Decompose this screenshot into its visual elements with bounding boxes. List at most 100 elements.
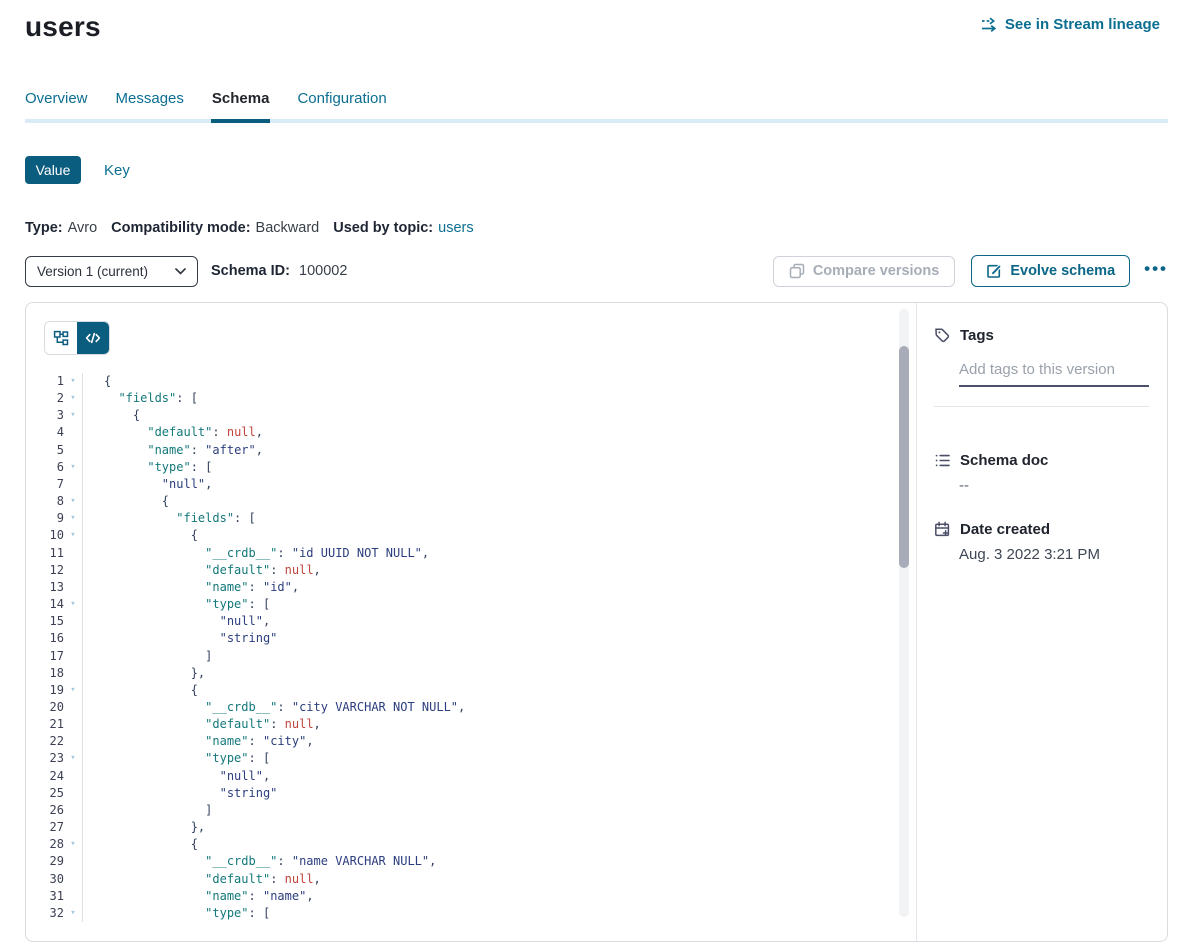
code-line: 5 "name": "after", [26,442,898,459]
token-k: "default" [205,717,270,731]
code-text[interactable]: "type": [ [83,905,270,922]
fold-spacer [64,630,83,647]
line-number: 6 [26,459,64,476]
token-u: null [285,872,314,886]
line-number: 23 [26,750,64,767]
code-text[interactable]: ] [83,802,212,819]
fold-spacer [64,785,83,802]
code-text[interactable]: }, [83,665,205,682]
token-p [104,614,220,628]
fold-toggle-icon[interactable]: ▾ [64,596,83,613]
code-text[interactable]: "string" [83,785,277,802]
token-p [104,769,220,783]
code-text[interactable]: "__crdb__": "id UUID NOT NULL", [83,545,429,562]
fold-toggle-icon[interactable]: ▾ [64,407,83,424]
fold-toggle-icon[interactable]: ▾ [64,836,83,853]
version-select[interactable]: Version 1 (current) [25,256,198,287]
schema-id-field: Schema ID: 100002 [211,263,347,279]
code-text[interactable]: { [83,836,198,853]
code-line: 15 "null", [26,613,898,630]
code-text[interactable]: "fields": [ [83,390,198,407]
code-text[interactable]: "null", [83,613,270,630]
evolve-schema-label: Evolve schema [1010,263,1115,279]
code-line: 18 }, [26,665,898,682]
code-text[interactable]: "name": "id", [83,579,299,596]
editor-scrollbar-thumb[interactable] [899,346,909,568]
token-s: "city" [263,734,306,748]
code-text[interactable]: "type": [ [83,750,270,767]
code-text[interactable]: "default": null, [83,424,263,441]
fold-toggle-icon[interactable]: ▾ [64,459,83,476]
fold-toggle-icon[interactable]: ▾ [64,905,83,922]
code-text[interactable]: { [83,682,198,699]
tab-overview[interactable]: Overview [25,90,88,119]
code-text[interactable]: "type": [ [83,596,270,613]
topic-link[interactable]: users [438,220,473,236]
tree-view-button[interactable] [45,322,77,354]
more-actions-icon[interactable]: ••• [1144,260,1168,283]
code-text[interactable]: "default": null, [83,871,321,888]
token-p: : [ [176,391,198,405]
code-text[interactable]: }, [83,819,205,836]
fold-toggle-icon[interactable]: ▾ [64,493,83,510]
fold-spacer [64,733,83,750]
line-number: 1 [26,373,64,390]
line-number: 17 [26,648,64,665]
code-line: 30 "default": null, [26,871,898,888]
token-s: "id UUID NOT NULL" [292,546,422,560]
tab-messages[interactable]: Messages [116,90,184,119]
code-text[interactable]: "name": "city", [83,733,314,750]
compare-versions-button[interactable]: Compare versions [773,256,956,287]
fold-toggle-icon[interactable]: ▾ [64,682,83,699]
add-tags-input[interactable] [959,361,1149,387]
code-text[interactable]: "type": [ [83,459,212,476]
code-text[interactable]: "null", [83,476,212,493]
code-text[interactable]: "fields": [ [83,510,256,527]
token-k: "type" [205,906,248,920]
line-number: 29 [26,853,64,870]
line-number: 9 [26,510,64,527]
key-toggle-button[interactable]: Key [104,162,130,179]
fold-toggle-icon[interactable]: ▾ [64,390,83,407]
token-k: "__crdb__" [205,854,277,868]
code-text[interactable]: ] [83,648,212,665]
value-toggle-button[interactable]: Value [25,156,81,184]
code-text[interactable]: { [83,493,169,510]
code-text[interactable]: "name": "name", [83,888,314,905]
code-line: 16 "string" [26,630,898,647]
code-line: 9▾ "fields": [ [26,510,898,527]
fold-toggle-icon[interactable]: ▾ [64,510,83,527]
code-text[interactable]: { [83,373,111,390]
tab-configuration[interactable]: Configuration [297,90,386,119]
stream-lineage-link[interactable]: See in Stream lineage [981,16,1160,33]
code-view-button[interactable] [77,322,109,354]
token-k: "default" [205,872,270,886]
code-text[interactable]: "__crdb__": "city VARCHAR NOT NULL", [83,699,465,716]
fold-toggle-icon[interactable]: ▾ [64,750,83,767]
date-created-section: Date created Aug. 3 2022 3:21 PM [934,521,1149,563]
tab-schema[interactable]: Schema [212,90,270,119]
code-text[interactable]: "null", [83,768,270,785]
code-text[interactable]: { [83,407,140,424]
line-number: 14 [26,596,64,613]
code-text[interactable]: "name": "after", [83,442,263,459]
code-text[interactable]: "__crdb__": "name VARCHAR NULL", [83,853,436,870]
token-p: , [422,546,429,560]
fold-toggle-icon[interactable]: ▾ [64,373,83,390]
code-text[interactable]: "default": null, [83,716,321,733]
token-p: { [104,408,140,422]
token-p: : [249,580,263,594]
code-text[interactable]: "string" [83,630,277,647]
code-line: 13 "name": "id", [26,579,898,596]
code-line: 22 "name": "city", [26,733,898,750]
evolve-schema-button[interactable]: Evolve schema [971,255,1130,287]
code-text[interactable]: { [83,527,198,544]
code-line: 17 ] [26,648,898,665]
tags-title: Tags [960,327,994,344]
editor-scrollbar-track[interactable] [899,309,909,917]
code-line: 8▾ { [26,493,898,510]
code-text[interactable]: "default": null, [83,562,321,579]
fold-toggle-icon[interactable]: ▾ [64,527,83,544]
token-p: { [104,494,169,508]
schema-id-label: Schema ID: [211,263,290,279]
